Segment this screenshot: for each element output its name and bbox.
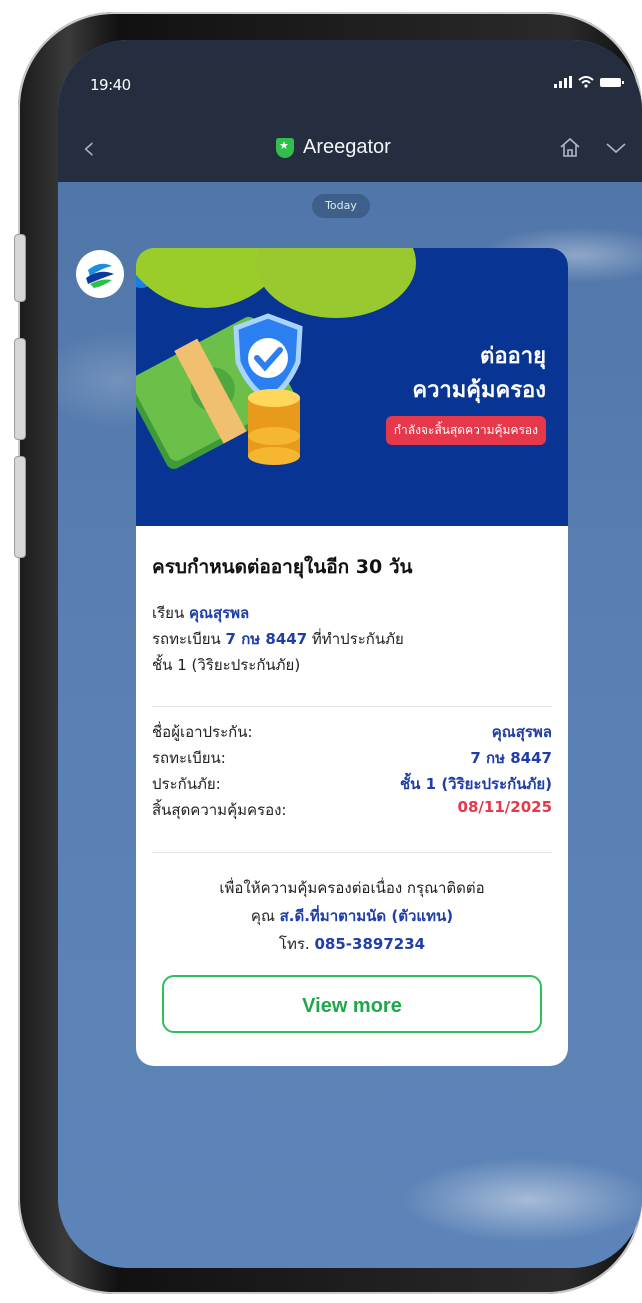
detail-row: รถทะเบียน: 7 กษ 8447 [152, 746, 552, 770]
detail-value: ชั้น 1 (วิริยะประกันภัย) [400, 775, 552, 793]
detail-label: ประกันภัย: [152, 775, 221, 793]
divider [152, 706, 552, 707]
home-icon[interactable] [558, 136, 582, 160]
agent-name: ส.ดี.ที่มาตามนัด (ตัวแทน) [279, 907, 454, 925]
detail-label: ชื่อผู้เอาประกัน: [152, 723, 253, 741]
detail-value: คุณสุรพล [491, 723, 552, 741]
plate-number: 7 กษ 8447 [225, 630, 308, 648]
contact-block: เพื่อให้ความคุ้มครองต่อเนื่อง กรุณาติดต่… [136, 874, 568, 958]
money-shield-illustration [136, 313, 303, 469]
phone-prefix: โทร. [278, 935, 315, 953]
areegator-logo-icon [86, 263, 114, 288]
intro-paragraph: เรียน คุณสุรพล รถทะเบียน 7 กษ 8447 ที่ทำ… [152, 600, 552, 678]
plate-prefix: รถทะเบียน [152, 630, 226, 648]
chat-name: Areegator [303, 136, 391, 158]
back-chevron-icon[interactable]: ‹ [82, 128, 96, 168]
message-card: ต่ออายุ ความคุ้มครอง กำลังจะสิ้นสุดความค… [136, 248, 568, 1066]
chevron-down-icon[interactable] [604, 136, 628, 160]
status-icons [554, 76, 624, 88]
divider [152, 852, 552, 853]
card-heading: ครบกำหนดต่ออายุในอีก 30 วัน [152, 556, 413, 578]
banner: ต่ออายุ ความคุ้มครอง กำลังจะสิ้นสุดความค… [136, 248, 568, 526]
chat-title: Areegator [276, 136, 391, 159]
chat-header: ‹ Areegator [58, 120, 642, 182]
view-more-button[interactable]: View more [162, 975, 542, 1033]
sender-avatar[interactable] [76, 250, 124, 298]
status-bar: 19:40 [58, 40, 642, 120]
expiry-date: 08/11/2025 [457, 798, 552, 816]
detail-value: 7 กษ 8447 [470, 749, 552, 767]
mute-switch [14, 234, 26, 302]
detail-row: สิ้นสุดความคุ้มครอง: 08/11/2025 [152, 798, 552, 822]
verified-shield-icon [276, 137, 294, 158]
detail-row: ชื่อผู้เอาประกัน: คุณสุรพล [152, 720, 552, 744]
insurance-class: ชั้น 1 (วิริยะประกันภัย) [152, 656, 301, 674]
signal-icon [554, 76, 572, 88]
plate-suffix: ที่ทำประกันภัย [307, 630, 404, 648]
wifi-icon [578, 76, 594, 88]
customer-name: คุณสุรพล [189, 604, 250, 622]
contact-prefix: คุณ [250, 907, 280, 925]
phone-number[interactable]: 085-3897234 [314, 935, 425, 953]
battery-icon [600, 78, 624, 87]
banner-title-line2: ความคุ้มครอง [412, 378, 546, 403]
volume-up-button [14, 338, 26, 440]
clock: 19:40 [90, 76, 131, 94]
detail-label: รถทะเบียน: [152, 749, 226, 767]
contact-line1: เพื่อให้ความคุ้มครองต่อเนื่อง กรุณาติดต่… [219, 879, 485, 897]
salutation: เรียน [152, 604, 189, 622]
banner-title-line1: ต่ออายุ [480, 344, 546, 369]
volume-down-button [14, 456, 26, 558]
expiry-tag: กำลังจะสิ้นสุดความคุ้มครอง [385, 416, 546, 445]
detail-label: สิ้นสุดความคุ้มครอง: [152, 801, 287, 819]
date-chip: Today [312, 194, 370, 218]
phone-screen: 19:40 ‹ Areegator Today [58, 40, 642, 1268]
detail-row: ประกันภัย: ชั้น 1 (วิริยะประกันภัย) [152, 772, 552, 796]
